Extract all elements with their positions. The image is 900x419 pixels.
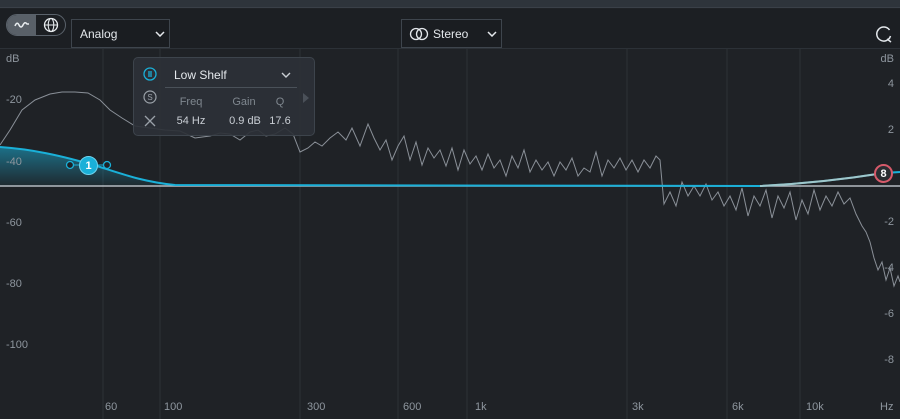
freq-label: Freq [179,96,203,108]
channel-mode-dropdown[interactable]: Stereo [401,19,502,48]
left-tick: -80 [6,278,22,290]
q-handle-right[interactable] [102,160,112,170]
next-band-button[interactable] [301,91,311,105]
freq-tick: 10k [806,401,824,413]
q-value[interactable]: 17.6 [268,115,292,127]
freq-tick: 300 [307,401,326,413]
left-tick: -100 [6,339,29,351]
left-tick: -60 [6,217,22,229]
refresh-icon [876,26,892,43]
q-label: Q [275,96,285,108]
top-strip [0,0,900,8]
freq-tick: 6k [732,401,744,413]
band-node-1[interactable]: 1 [79,156,98,175]
band-node-label: 8 [880,167,887,180]
spectrum-view-button[interactable] [7,15,36,35]
power-icon [143,67,157,81]
freq-tick: 100 [164,401,183,413]
right-tick: -4 [884,262,894,274]
band-solo-button[interactable]: S [142,89,158,105]
freq-unit-label: Hz [880,401,894,413]
right-tick: 4 [887,78,894,90]
left-tick: -40 [6,156,22,168]
right-tick: -8 [884,354,894,366]
processing-mode-label: Analog [80,26,118,41]
band-node-8[interactable]: 8 [874,164,893,183]
chevron-down-icon [275,72,297,78]
right-tick: 2 [887,124,894,136]
channel-mode-label: Stereo [433,26,469,41]
freq-tick: 600 [403,401,422,413]
gain-value[interactable]: 0.9 dB [222,115,268,127]
freq-tick: 3k [632,401,644,413]
global-view-button[interactable] [36,15,65,35]
band-remove-button[interactable] [142,113,158,129]
filter-type-dropdown[interactable]: Low Shelf [165,62,297,88]
gain-label: Gain [232,96,256,108]
high-band-curve [759,172,885,187]
globe-icon [43,17,58,33]
svg-text:S: S [147,93,152,102]
stereo-link-icon [402,27,429,41]
next-arrow-icon [303,93,309,103]
q-handle-left[interactable] [65,160,75,170]
view-mode-toggle [6,14,66,36]
right-tick: -6 [884,308,894,320]
chevron-down-icon [483,30,501,37]
left-unit-label: dB [6,53,20,65]
remove-icon [144,115,156,127]
freq-tick: 60 [105,401,118,413]
freq-value[interactable]: 54 Hz [170,115,212,127]
waveform-icon [13,21,29,28]
right-tick: -2 [884,216,894,228]
chevron-down-icon [151,30,169,37]
freq-tick: 1k [475,401,487,413]
band-node-label: 1 [85,159,92,172]
band-bypass-button[interactable] [142,66,158,82]
filter-type-label: Low Shelf [174,67,227,82]
solo-icon: S [143,90,157,104]
band-popup: S Low Shelf Freq Gain Q 54 Hz 0.9 dB 17.… [133,57,315,136]
refresh-button[interactable] [872,22,896,46]
left-tick: -20 [6,94,22,106]
right-unit-label: dB [880,53,894,65]
processing-mode-dropdown[interactable]: Analog [71,19,170,48]
